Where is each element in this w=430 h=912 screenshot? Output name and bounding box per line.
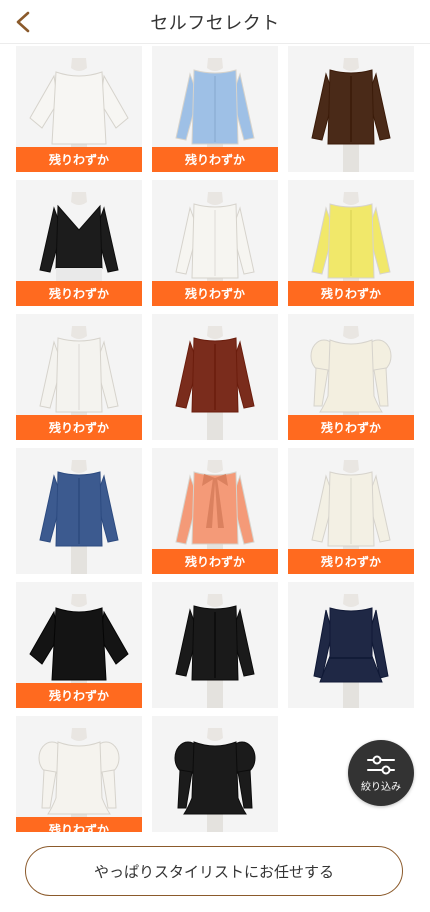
low-stock-badge: 残りわずか xyxy=(288,415,414,440)
product-card-blue-stripe-shirt[interactable]: 残りわずか xyxy=(152,46,278,172)
low-stock-badge: 残りわずか xyxy=(16,415,142,440)
product-card-white-puff-peplum-top[interactable]: 残りわずか xyxy=(16,716,142,842)
product-image xyxy=(288,582,414,708)
filter-label: 絞り込み xyxy=(361,781,401,793)
filter-button[interactable]: 絞り込み xyxy=(348,740,414,806)
product-card-black-boatneck-blouse[interactable]: 残りわずか xyxy=(16,582,142,708)
product-card-white-wide-sleeve-blouse[interactable]: 残りわずか xyxy=(16,46,142,172)
product-card-brick-vneck-blouse[interactable] xyxy=(152,314,278,440)
product-card-white-shirt[interactable]: 残りわずか xyxy=(152,180,278,306)
product-card-navy-drape-blouse[interactable] xyxy=(16,448,142,574)
product-image xyxy=(152,314,278,440)
app-header: セルフセレクト xyxy=(0,0,430,44)
low-stock-badge: 残りわずか xyxy=(288,281,414,306)
product-card-black-bandcollar-shirt[interactable] xyxy=(152,582,278,708)
product-image xyxy=(288,46,414,172)
product-card-black-lace-puff-top[interactable] xyxy=(152,716,278,842)
product-card-cream-puff-cardigan[interactable]: 残りわずか xyxy=(288,314,414,440)
chevron-left-icon xyxy=(16,11,30,33)
low-stock-badge: 残りわずか xyxy=(16,683,142,708)
product-grid: 残りわずか 残りわずか 残りわずか 残りわずか 残りわずか 残りわずか 残りわず… xyxy=(16,46,414,842)
low-stock-badge: 残りわずか xyxy=(152,147,278,172)
page-title: セルフセレクト xyxy=(150,12,280,34)
product-image xyxy=(152,716,278,842)
leave-to-stylist-button[interactable]: やっぱりスタイリストにお任せする xyxy=(25,846,403,896)
product-image xyxy=(152,582,278,708)
product-card-salmon-bow-blouse[interactable]: 残りわずか xyxy=(152,448,278,574)
low-stock-badge: 残りわずか xyxy=(16,281,142,306)
bottom-bar: やっぱりスタイリストにお任せする xyxy=(0,832,430,912)
product-card-black-cardigan[interactable]: 残りわずか xyxy=(16,180,142,306)
product-image xyxy=(16,448,142,574)
product-card-ivory-collar-shirt[interactable]: 残りわずか xyxy=(288,448,414,574)
sliders-icon xyxy=(367,755,395,774)
product-card-white-gather-blouse[interactable]: 残りわずか xyxy=(16,314,142,440)
product-card-brown-blouse[interactable] xyxy=(288,46,414,172)
low-stock-badge: 残りわずか xyxy=(152,281,278,306)
back-button[interactable] xyxy=(8,6,38,38)
product-card-yellow-shirt[interactable]: 残りわずか xyxy=(288,180,414,306)
low-stock-badge: 残りわずか xyxy=(16,147,142,172)
product-card-navy-peplum-top[interactable] xyxy=(288,582,414,708)
low-stock-badge: 残りわずか xyxy=(288,549,414,574)
low-stock-badge: 残りわずか xyxy=(152,549,278,574)
